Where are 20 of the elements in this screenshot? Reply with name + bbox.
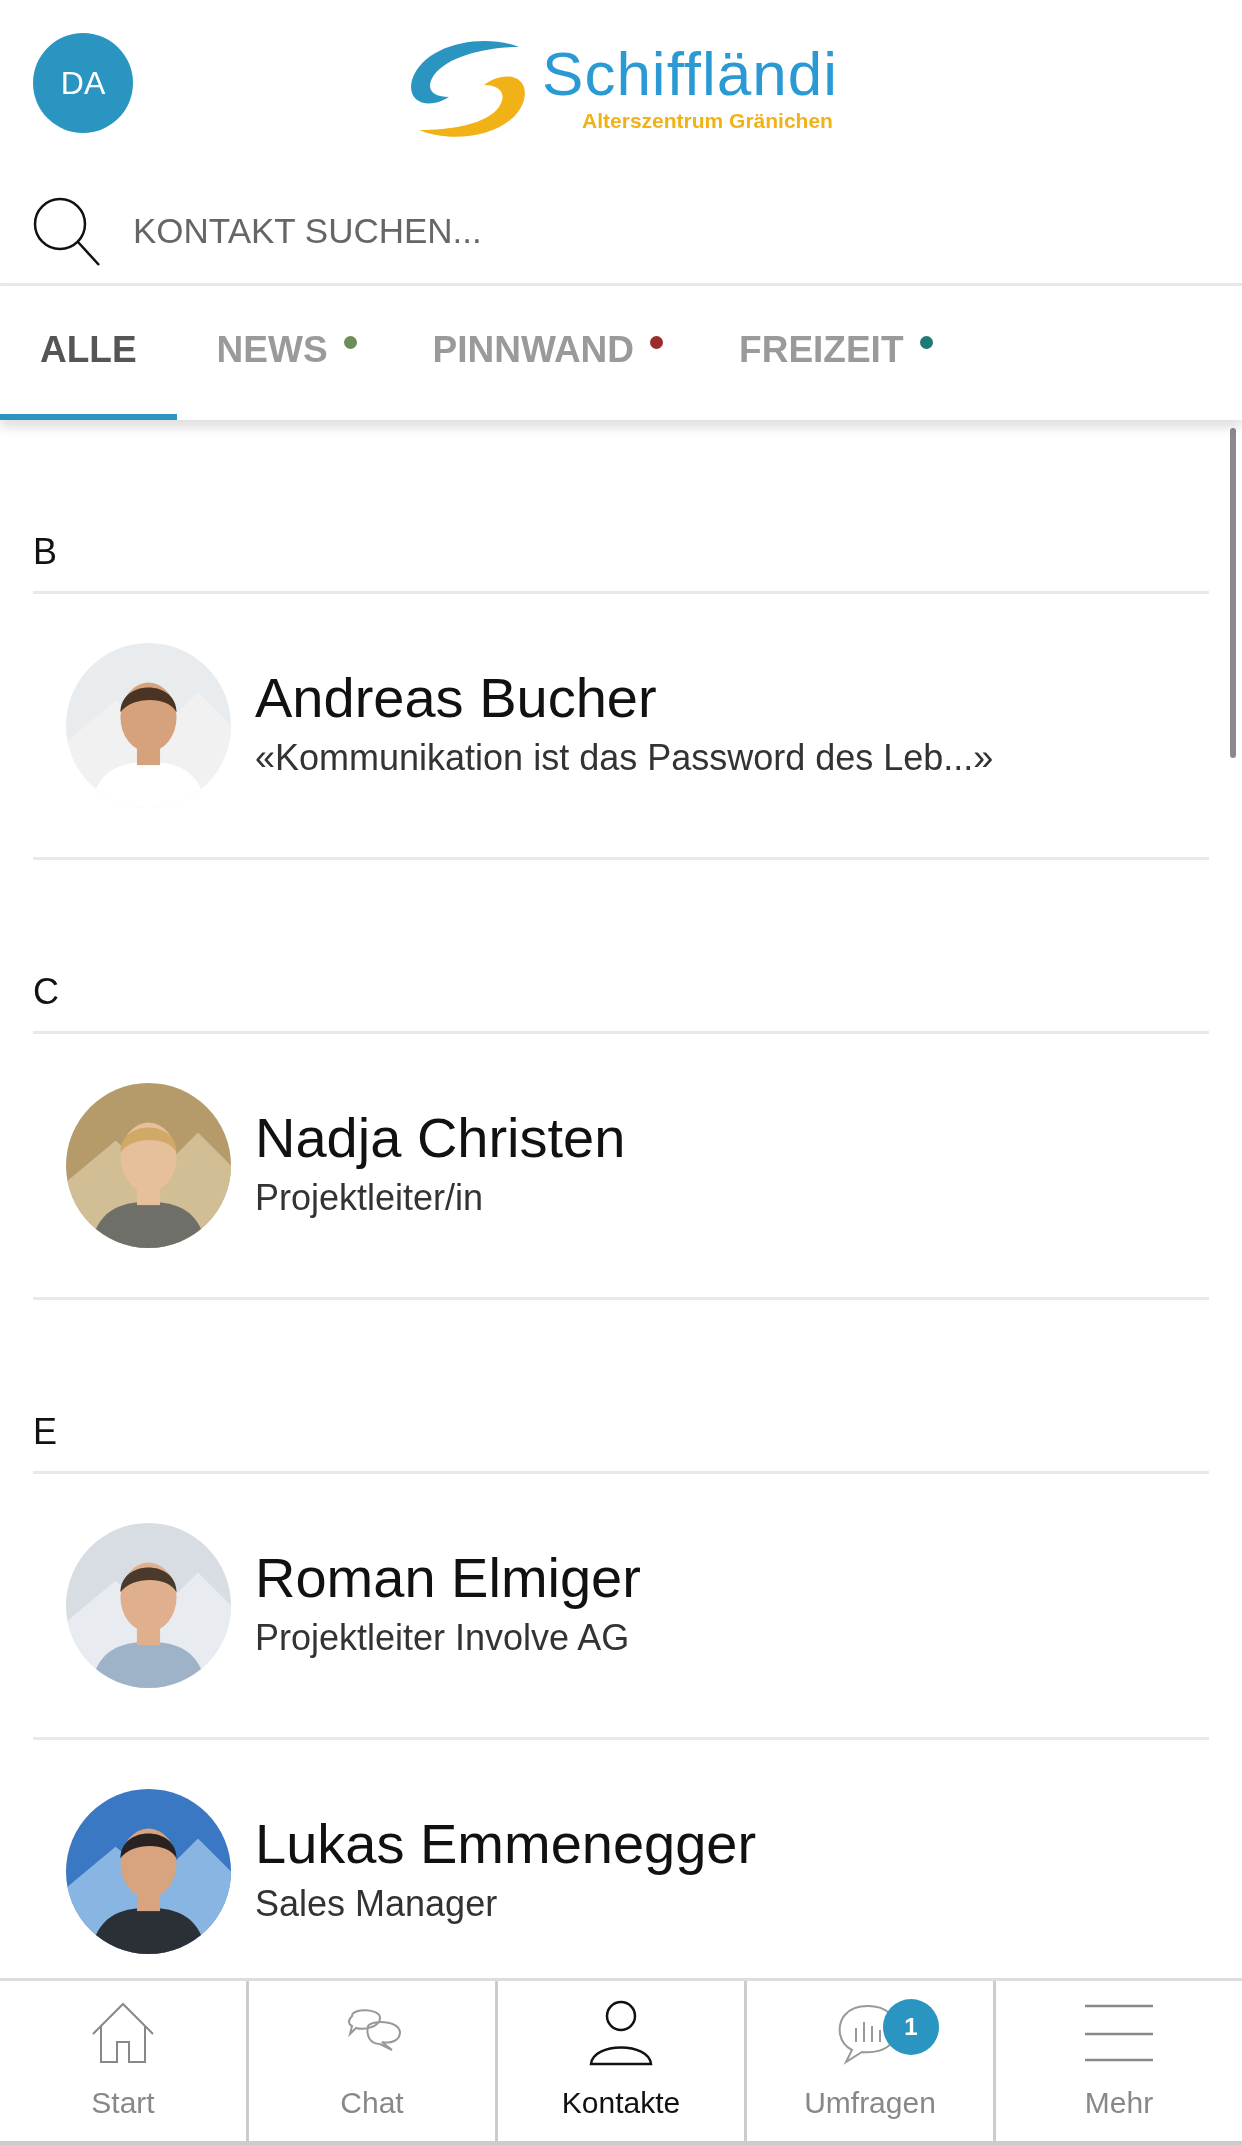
category-tab[interactable]: NEWS [176, 286, 393, 420]
section-letter: C [33, 965, 1209, 1034]
logo-title: Schiffländi [542, 43, 838, 106]
section-letter: E [33, 1405, 1209, 1474]
notification-badge: 1 [883, 1999, 939, 2055]
category-tab[interactable]: FREIZEIT [699, 286, 969, 420]
search-icon [33, 196, 101, 267]
contact-subtitle: Projektleiter Involve AG [255, 1615, 631, 1660]
contact-name: Andreas Bucher [255, 666, 658, 731]
contact-name: Nadja Christen [255, 1106, 626, 1171]
contact-subtitle: «Kommunikation ist das Password des Leb...» [255, 735, 994, 780]
category-tab[interactable]: ALLE [0, 286, 177, 420]
user-avatar[interactable]: DA [33, 33, 133, 133]
category-tab[interactable]: PINNWAND [392, 286, 700, 420]
section-letter: B [33, 525, 1209, 594]
logo-subtitle: Alterszentrum Gränichen [582, 108, 834, 135]
contact-name: Roman Elmiger [255, 1546, 641, 1611]
contact-name: Lukas Emmenegger [255, 1812, 757, 1877]
contact-subtitle: Sales Manager [255, 1881, 499, 1926]
contact-subtitle: Projektleiter/in [255, 1175, 485, 1220]
